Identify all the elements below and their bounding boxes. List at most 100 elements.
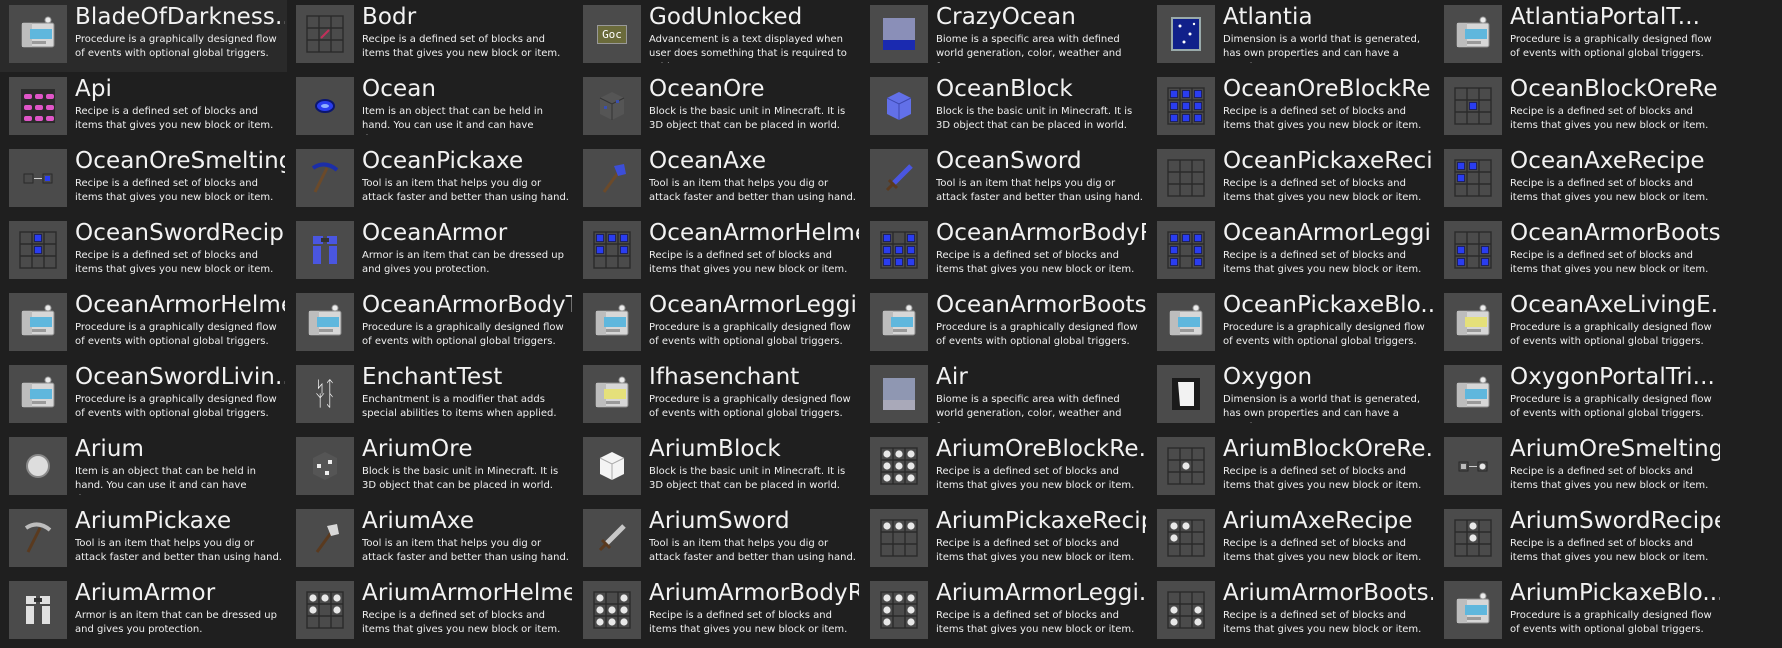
recipe-body-white-icon	[592, 590, 632, 630]
element-tile[interactable]: AriumSword Tool is an item that helps yo…	[574, 504, 861, 576]
element-tile[interactable]: OceanArmorHelme... Procedure is a graphi…	[0, 288, 287, 360]
element-name: AriumArmor	[75, 580, 216, 606]
advancement-icon: Goc	[597, 24, 627, 44]
element-description: Recipe is a defined set of blocks and it…	[1223, 538, 1422, 563]
element-tile[interactable]: Atlantia Dimension is a world that is ge…	[1148, 0, 1435, 72]
element-tile[interactable]: OceanOreSmelting Recipe is a defined set…	[0, 144, 287, 216]
element-description: Dimension is a world that is generated, …	[1223, 34, 1421, 63]
element-tile[interactable]: AriumOreSmelting Recipe is a defined set…	[1435, 432, 1722, 504]
recipe-grid-gems-icon	[18, 86, 58, 126]
element-thumbnail	[296, 149, 354, 207]
element-thumbnail	[870, 221, 928, 279]
element-name: AriumArmorBodyR...	[649, 580, 859, 606]
element-tile[interactable]: AriumPickaxe Tool is an item that helps …	[0, 504, 287, 576]
element-tile[interactable]: AtlantiaPortalT... Procedure is a graphi…	[1435, 0, 1722, 72]
element-tile[interactable]: AriumBlockOreRe... Recipe is a defined s…	[1148, 432, 1435, 504]
element-description: Enchantment is a modifier that adds spec…	[362, 394, 557, 419]
element-tile[interactable]: AriumPickaxeRecipe Recipe is a defined s…	[861, 504, 1148, 576]
element-description: Procedure is a graphically designed flow…	[1510, 610, 1712, 635]
element-thumbnail	[9, 149, 67, 207]
element-tile[interactable]: OceanArmorBoots... Procedure is a graphi…	[861, 288, 1148, 360]
element-name: AriumOre	[362, 436, 473, 462]
recipe-empty-icon	[1166, 158, 1206, 198]
element-name: AtlantiaPortalT...	[1510, 4, 1701, 30]
element-tile[interactable]: OceanBlockOreRe... Recipe is a defined s…	[1435, 72, 1722, 144]
element-tile[interactable]: AriumPickaxeBlo... Procedure is a graphi…	[1435, 576, 1722, 648]
element-tile[interactable]: OceanArmorLeggi... Procedure is a graphi…	[574, 288, 861, 360]
element-tile[interactable]: Goc GodUnlocked Advancement is a text di…	[574, 0, 861, 72]
element-description: Recipe is a defined set of blocks and it…	[362, 34, 561, 59]
dimension-portal-icon	[1166, 14, 1206, 54]
element-thumbnail: ᛋᛏ ᛉᛇ	[296, 365, 354, 423]
element-description: Procedure is a graphically designed flow…	[649, 322, 851, 347]
element-description: Procedure is a graphically designed flow…	[362, 322, 564, 347]
element-thumbnail	[296, 77, 354, 135]
element-tile[interactable]: Air Biome is a specific area with define…	[861, 360, 1148, 432]
element-description: Recipe is a defined set of blocks and it…	[936, 250, 1135, 275]
element-tile[interactable]: AriumBlock Block is the basic unit in Mi…	[574, 432, 861, 504]
element-thumbnail	[1157, 5, 1215, 63]
element-tile[interactable]: AriumArmorHelme... Recipe is a defined s…	[287, 576, 574, 648]
element-tile[interactable]: AriumOreBlockRe... Recipe is a defined s…	[861, 432, 1148, 504]
element-tile[interactable]: Ocean Item is an object that can be held…	[287, 72, 574, 144]
element-tile[interactable]: OceanOreBlockRe... Recipe is a defined s…	[1148, 72, 1435, 144]
element-description: Item is an object that can be held in ha…	[362, 106, 543, 135]
element-tile[interactable]: OceanPickaxe Tool is an item that helps …	[287, 144, 574, 216]
element-tile[interactable]: ᛋᛏ ᛉᛇ EnchantTest Enchantment is a modifi…	[287, 360, 574, 432]
element-tile[interactable]: OceanSwordLivin... Procedure is a graphi…	[0, 360, 287, 432]
element-name: OceanArmorBoots...	[936, 292, 1146, 318]
element-tile[interactable]: OceanPickaxeBlo... Procedure is a graphi…	[1148, 288, 1435, 360]
dimension-white-portal-icon	[1166, 374, 1206, 414]
element-tile[interactable]: Bodr Recipe is a defined set of blocks a…	[287, 0, 574, 72]
element-tile[interactable]: AriumAxeRecipe Recipe is a defined set o…	[1148, 504, 1435, 576]
element-name: BladeOfDarkness...	[75, 4, 285, 30]
element-thumbnail	[1444, 509, 1502, 567]
enchantment-icon: ᛋᛏ ᛉᛇ	[315, 377, 335, 410]
element-name: OceanPickaxeRecipe	[1223, 148, 1433, 174]
element-tile[interactable]: AriumAxe Tool is an item that helps you …	[287, 504, 574, 576]
element-thumbnail	[583, 509, 641, 567]
element-tile[interactable]: AriumArmorLeggi... Recipe is a defined s…	[861, 576, 1148, 648]
element-tile[interactable]: Oxygon Dimension is a world that is gene…	[1148, 360, 1435, 432]
element-tile[interactable]: OceanPickaxeRecipe Recipe is a defined s…	[1148, 144, 1435, 216]
element-tile[interactable]: OceanSword Tool is an item that helps yo…	[861, 144, 1148, 216]
element-tile[interactable]: OceanBlock Block is the basic unit in Mi…	[861, 72, 1148, 144]
element-tile[interactable]: Ifhasenchant Procedure is a graphically …	[574, 360, 861, 432]
element-tile[interactable]: AriumArmorBoots... Recipe is a defined s…	[1148, 576, 1435, 648]
element-tile[interactable]: AriumArmor Armor is an item that can be …	[0, 576, 287, 648]
element-tile[interactable]: OceanAxeLivingE... Procedure is a graphi…	[1435, 288, 1722, 360]
smelting-white-icon	[1453, 446, 1493, 486]
element-tile[interactable]: Arium Item is an object that can be held…	[0, 432, 287, 504]
element-tile[interactable]: OceanArmorBoots... Recipe is a defined s…	[1435, 216, 1722, 288]
element-name: AriumPickaxe	[75, 508, 232, 534]
element-thumbnail	[870, 437, 928, 495]
procedure-icon	[592, 302, 632, 342]
element-tile[interactable]: AriumSwordRecipe Recipe is a defined set…	[1435, 504, 1722, 576]
element-tile[interactable]: CrazyOcean Biome is a specific area with…	[861, 0, 1148, 72]
element-tile[interactable]: AriumOre Block is the basic unit in Mine…	[287, 432, 574, 504]
element-name: OceanArmorLeggi...	[649, 292, 859, 318]
element-tile[interactable]: OceanArmorBodyR... Recipe is a defined s…	[861, 216, 1148, 288]
element-description: Recipe is a defined set of blocks and it…	[936, 538, 1135, 563]
element-tile[interactable]: OxygonPortalTri... Procedure is a graphi…	[1435, 360, 1722, 432]
element-description: Tool is an item that helps you dig or at…	[649, 538, 856, 563]
element-tile[interactable]: Api Recipe is a defined set of blocks an…	[0, 72, 287, 144]
element-tile[interactable]: BladeOfDarkness... Procedure is a graphi…	[0, 0, 287, 72]
element-tile[interactable]: OceanAxe Tool is an item that helps you …	[574, 144, 861, 216]
element-name: OceanArmorBodyR...	[936, 220, 1146, 246]
element-tile[interactable]: OceanSwordRecipe Recipe is a defined set…	[0, 216, 287, 288]
element-thumbnail	[9, 77, 67, 135]
element-tile[interactable]: OceanArmor Armor is an item that can be …	[287, 216, 574, 288]
element-tile[interactable]: OceanArmorBodyT... Procedure is a graphi…	[287, 288, 574, 360]
element-tile[interactable]: AriumArmorBodyR... Recipe is a defined s…	[574, 576, 861, 648]
element-tile[interactable]: OceanArmorHelme... Recipe is a defined s…	[574, 216, 861, 288]
element-tile[interactable]: OceanOre Block is the basic unit in Mine…	[574, 72, 861, 144]
element-name: OceanArmorBodyT...	[362, 292, 572, 318]
element-description: Recipe is a defined set of blocks and it…	[649, 250, 848, 275]
element-thumbnail	[1157, 581, 1215, 639]
element-tile[interactable]: OceanArmorLeggi... Recipe is a defined s…	[1148, 216, 1435, 288]
ore-block-icon	[592, 86, 632, 126]
element-name: OceanAxeRecipe	[1510, 148, 1705, 174]
recipe-body-blue-icon	[879, 230, 919, 270]
element-tile[interactable]: OceanAxeRecipe Recipe is a defined set o…	[1435, 144, 1722, 216]
